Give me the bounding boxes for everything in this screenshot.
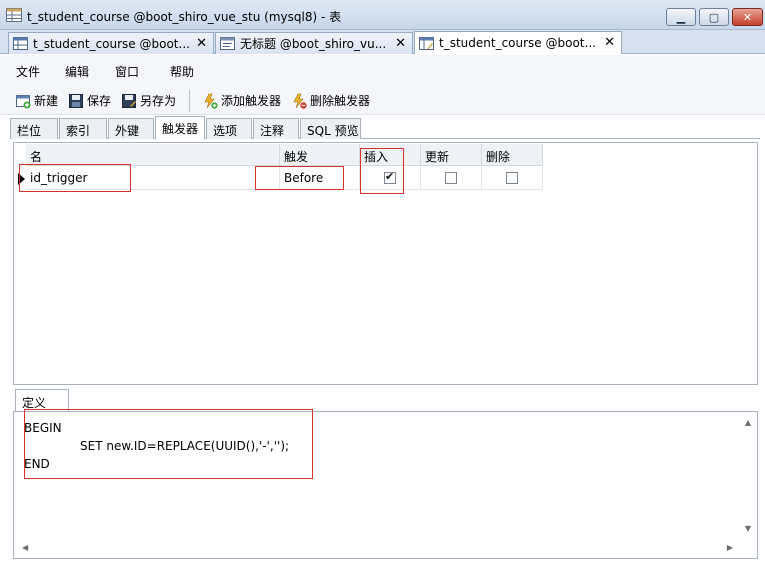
tab-definition[interactable]: 定义	[15, 389, 69, 411]
add-trigger-icon	[204, 93, 218, 109]
tab-fields[interactable]: 栏位	[10, 118, 58, 139]
code-line-2: SET new.ID=REPLACE(UUID(),'-','');	[80, 439, 290, 453]
update-checkbox[interactable]	[445, 172, 457, 184]
tab-indexes[interactable]: 索引	[59, 118, 107, 139]
close-tab-icon[interactable]: ✕	[196, 36, 207, 51]
query-icon	[220, 37, 235, 50]
document-tab-bar: t_student_course @boot... ✕ 无标题 @boot_sh…	[0, 30, 765, 54]
scroll-up-icon[interactable]: ▲	[745, 418, 751, 427]
close-icon: ✕	[742, 10, 753, 24]
table-design-icon	[419, 36, 434, 50]
maximize-button[interactable]: ▢	[699, 8, 729, 26]
current-row-marker-icon	[18, 173, 25, 185]
toolbar: 新建 保存 另存为 添加触发器 删除触发器	[0, 85, 765, 115]
save-icon	[69, 93, 83, 108]
menu-help[interactable]: 帮助	[170, 63, 194, 80]
header-delete[interactable]: 删除	[482, 144, 543, 166]
save-as-button[interactable]: 另存为	[121, 92, 176, 109]
delete-trigger-button[interactable]: 删除触发器	[291, 92, 370, 109]
minimize-button[interactable]: ▁	[666, 8, 696, 26]
new-button[interactable]: 新建	[15, 92, 58, 109]
tab-comments[interactable]: 注释	[253, 118, 299, 139]
code-line-3: END	[24, 457, 50, 471]
menu-edit[interactable]: 编辑	[65, 63, 89, 80]
doc-tab-2[interactable]: 无标题 @boot_shiro_vu... ✕	[215, 32, 413, 54]
tab-triggers[interactable]: 触发器	[155, 116, 205, 139]
minimize-icon: ▁	[676, 10, 686, 24]
new-table-icon	[16, 94, 31, 108]
table-app-icon	[6, 8, 22, 22]
new-button-label: 新建	[34, 94, 59, 108]
insert-checkbox[interactable]	[384, 170, 396, 184]
doc-tab-label: 无标题 @boot_shiro_vu...	[240, 37, 387, 51]
scroll-left-icon[interactable]: ◀	[22, 543, 28, 552]
close-window-button[interactable]: ✕	[732, 8, 763, 26]
table-icon	[13, 37, 28, 50]
scroll-right-icon[interactable]: ▶	[727, 543, 733, 552]
window-title: t_student_course @boot_shiro_vue_stu (my…	[27, 10, 342, 24]
toolbar-separator	[189, 90, 190, 112]
tab-options[interactable]: 选项	[206, 118, 252, 139]
save-button[interactable]: 保存	[68, 92, 111, 109]
save-as-icon	[122, 93, 136, 108]
header-name[interactable]: 名	[26, 144, 280, 166]
close-tab-icon[interactable]: ✕	[395, 36, 406, 51]
cell-delete[interactable]	[482, 167, 543, 190]
save-button-label: 保存	[87, 94, 112, 108]
doc-tab-1[interactable]: t_student_course @boot... ✕	[8, 32, 214, 54]
doc-tab-3-active[interactable]: t_student_course @boot... ✕	[414, 31, 622, 54]
header-update[interactable]: 更新	[421, 144, 482, 166]
menu-bar: 文件 编辑 窗口 帮助	[0, 55, 765, 85]
tab-sql-preview[interactable]: SQL 预览	[300, 118, 361, 139]
title-bar: t_student_course @boot_shiro_vue_stu (my…	[0, 0, 765, 30]
menu-window[interactable]: 窗口	[115, 63, 139, 80]
code-line-1: BEGIN	[24, 421, 62, 435]
cell-insert[interactable]	[360, 167, 421, 190]
cell-trigger-fire[interactable]: Before	[280, 167, 360, 190]
header-fire[interactable]: 触发	[280, 144, 360, 166]
delete-checkbox[interactable]	[506, 172, 518, 184]
definition-editor[interactable]: BEGIN SET new.ID=REPLACE(UUID(),'-','');…	[13, 411, 758, 559]
triggers-grid: 名 触发 插入 更新 删除 id_trigger Before	[13, 142, 758, 385]
doc-tab-label: t_student_course @boot...	[439, 36, 596, 50]
menu-file[interactable]: 文件	[16, 63, 40, 80]
tab-foreign-keys[interactable]: 外键	[108, 118, 154, 139]
doc-tab-label: t_student_course @boot...	[33, 36, 190, 51]
definition-panel: 定义 BEGIN SET new.ID=REPLACE(UUID(),'-','…	[13, 389, 758, 561]
add-trigger-button[interactable]: 添加触发器	[202, 92, 281, 109]
add-trigger-label: 添加触发器	[221, 94, 282, 108]
delete-trigger-icon	[293, 93, 307, 109]
cell-update[interactable]	[421, 167, 482, 190]
scroll-down-icon[interactable]: ▼	[745, 524, 751, 533]
header-insert[interactable]: 插入	[360, 144, 421, 166]
delete-trigger-label: 删除触发器	[310, 94, 371, 108]
close-tab-icon[interactable]: ✕	[604, 35, 615, 50]
cell-trigger-name[interactable]: id_trigger	[26, 167, 280, 190]
table-design-tabs: 栏位 索引 外键 触发器 选项 注释 SQL 预览	[10, 116, 760, 139]
maximize-icon: ▢	[708, 10, 720, 24]
save-as-button-label: 另存为	[140, 94, 177, 108]
